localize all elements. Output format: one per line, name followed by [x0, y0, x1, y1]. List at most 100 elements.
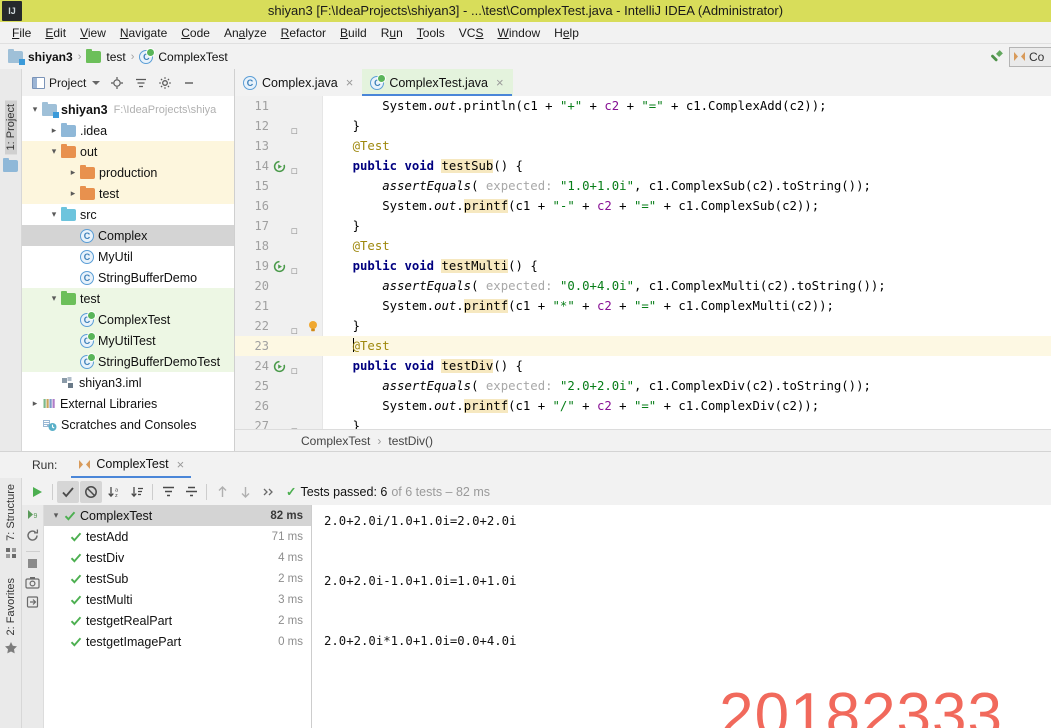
- locate-icon[interactable]: [106, 72, 128, 94]
- run-tab-complextest[interactable]: ComplexTest ×: [71, 452, 192, 478]
- chevron-down-icon[interactable]: ▾: [48, 510, 64, 521]
- menu-vcs[interactable]: VCS: [452, 24, 491, 42]
- next-failed-test-icon[interactable]: [234, 481, 256, 503]
- breadcrumb-class[interactable]: ComplexTest: [301, 434, 370, 448]
- tree-node-shiyan3-iml[interactable]: shiyan3.iml: [22, 372, 234, 393]
- code-line-25[interactable]: 25 assertEquals( expected: "2.0+2.0i", c…: [235, 376, 1051, 396]
- test-row-testgetrealpart[interactable]: testgetRealPart 2 ms: [22, 610, 311, 631]
- tree-node-myutiltest[interactable]: C MyUtilTest: [22, 330, 234, 351]
- chevron-right-icon[interactable]: ▸: [47, 125, 61, 136]
- code-line-23[interactable]: 23 @Test: [235, 336, 1051, 356]
- project-tree[interactable]: ▾ shiyan3 F:\IdeaProjects\shiya ▸ .idea ▾ out ▸…: [22, 96, 235, 451]
- menu-view[interactable]: View: [73, 24, 113, 42]
- code-line-24[interactable]: 24 ◻ public void testDiv() {: [235, 356, 1051, 377]
- settings-gear-icon[interactable]: [154, 72, 176, 94]
- code-line-22[interactable]: 22 ◻ }: [235, 316, 1051, 337]
- menu-navigate[interactable]: Navigate: [113, 24, 174, 42]
- sidebar-item-structure[interactable]: 7: Structure: [5, 480, 17, 545]
- code-line-12[interactable]: 12 ◻ }: [235, 116, 1051, 137]
- tab-complex-java[interactable]: C Complex.java ×: [235, 69, 362, 96]
- test-row-testsub[interactable]: testSub 2 ms: [22, 568, 311, 589]
- close-icon[interactable]: ×: [496, 75, 504, 90]
- menu-help[interactable]: Help: [547, 24, 586, 42]
- menu-code[interactable]: Code: [174, 24, 217, 42]
- expand-all-icon[interactable]: [157, 481, 179, 503]
- collapse-all-icon[interactable]: [130, 72, 152, 94]
- tree-node-src[interactable]: ▾ src: [22, 204, 234, 225]
- tree-node-complextest[interactable]: C ComplexTest: [22, 309, 234, 330]
- test-row-testmulti[interactable]: testMulti 3 ms: [22, 589, 311, 610]
- breadcrumb-item-class[interactable]: C ComplexTest: [139, 47, 228, 64]
- test-row-testgetimagepart[interactable]: testgetImagePart 0 ms: [22, 631, 311, 652]
- sort-alphabetically-icon[interactable]: a z: [103, 481, 125, 503]
- tree-node-stringbufferdemo[interactable]: C StringBufferDemo: [22, 267, 234, 288]
- code-line-15[interactable]: 15 assertEquals( expected: "1.0+1.0i", c…: [235, 176, 1051, 196]
- code-line-26[interactable]: 26 System.out.printf(c1 + "/" + c2 + "="…: [235, 396, 1051, 416]
- prev-failed-test-icon[interactable]: [211, 481, 233, 503]
- code-line-19[interactable]: 19 ◻ public void testMulti() {: [235, 256, 1051, 277]
- tree-node-out[interactable]: ▾ out: [22, 141, 234, 162]
- breadcrumb-item-project[interactable]: shiyan3: [8, 48, 73, 65]
- code-line-21[interactable]: 21 System.out.printf(c1 + "*" + c2 + "="…: [235, 296, 1051, 316]
- tree-node--idea[interactable]: ▸ .idea: [22, 120, 234, 141]
- breadcrumb-method[interactable]: testDiv(): [388, 434, 433, 448]
- breadcrumb-item-test[interactable]: test: [86, 48, 126, 64]
- menu-refactor[interactable]: Refactor: [274, 24, 333, 42]
- editor-code-area[interactable]: 11 System.out.println(c1 + "+" + c2 + "=…: [235, 96, 1051, 437]
- code-line-18[interactable]: 18 @Test: [235, 236, 1051, 256]
- code-editor[interactable]: 11 System.out.println(c1 + "+" + c2 + "=…: [235, 96, 1051, 451]
- show-passed-icon[interactable]: [57, 480, 79, 503]
- rerun-icon[interactable]: [26, 481, 48, 503]
- more-options-icon[interactable]: [257, 481, 279, 503]
- console-output[interactable]: 2.0+2.0i/1.0+1.0i=2.0+2.0i 2.0+2.0i-1.0+1…: [312, 505, 1051, 728]
- tab-complextest-java[interactable]: C ComplexTest.java ×: [362, 69, 513, 96]
- test-row-complextest[interactable]: ▾ ComplexTest 82 ms: [22, 505, 311, 526]
- sidebar-item-favorites[interactable]: 2: Favorites: [5, 574, 17, 639]
- menu-window[interactable]: Window: [490, 24, 547, 42]
- menu-analyze[interactable]: Analyze: [217, 24, 274, 42]
- tree-node-external-libraries[interactable]: ▸ External Libraries: [22, 393, 234, 414]
- tree-node-test[interactable]: ▸ test: [22, 183, 234, 204]
- sort-by-duration-icon[interactable]: [126, 481, 148, 503]
- stop-icon[interactable]: [26, 557, 39, 573]
- code-line-17[interactable]: 17 ◻ }: [235, 216, 1051, 237]
- chevron-down-icon[interactable]: ▾: [47, 209, 61, 220]
- tree-node-shiyan3[interactable]: ▾ shiyan3 F:\IdeaProjects\shiya: [22, 99, 234, 120]
- menu-build[interactable]: Build: [333, 24, 374, 42]
- tree-node-myutil[interactable]: C MyUtil: [22, 246, 234, 267]
- rerun-failed-icon[interactable]: 9: [25, 507, 40, 525]
- code-line-14[interactable]: 14 ◻ public void testSub() {: [235, 156, 1051, 177]
- code-line-13[interactable]: 13 @Test: [235, 136, 1051, 156]
- tree-node-scratches-and-consoles[interactable]: Scratches and Consoles: [22, 414, 234, 435]
- menu-run[interactable]: Run: [374, 24, 410, 42]
- menu-tools[interactable]: Tools: [410, 24, 452, 42]
- chevron-down-icon[interactable]: ▾: [28, 104, 42, 115]
- tree-node-production[interactable]: ▸ production: [22, 162, 234, 183]
- chevron-right-icon[interactable]: ▸: [66, 167, 80, 178]
- screenshot-icon[interactable]: [25, 576, 40, 592]
- test-results-tree[interactable]: ▾ ComplexTest 82 ms testAdd 71 ms testDiv 4 ms…: [22, 505, 312, 728]
- export-icon[interactable]: [26, 595, 40, 612]
- refresh-icon[interactable]: [25, 528, 40, 546]
- code-line-20[interactable]: 20 assertEquals( expected: "0.0+4.0i", c…: [235, 276, 1051, 296]
- test-row-testdiv[interactable]: testDiv 4 ms: [22, 547, 311, 568]
- code-line-11[interactable]: 11 System.out.println(c1 + "+" + c2 + "=…: [235, 96, 1051, 116]
- sidebar-item-project[interactable]: 1: Project: [4, 100, 17, 155]
- menu-edit[interactable]: Edit: [38, 24, 73, 42]
- hide-ignored-icon[interactable]: [80, 480, 102, 503]
- close-icon[interactable]: ×: [346, 75, 354, 90]
- tree-node-test[interactable]: ▾ test: [22, 288, 234, 309]
- chevron-down-icon[interactable]: ▾: [47, 146, 61, 157]
- close-icon[interactable]: ×: [177, 457, 185, 472]
- hide-panel-icon[interactable]: [178, 72, 200, 94]
- build-hammer-icon[interactable]: [983, 46, 1009, 68]
- chevron-right-icon[interactable]: ▸: [66, 188, 80, 199]
- chevron-right-icon[interactable]: ▸: [28, 398, 42, 409]
- collapse-all-icon[interactable]: [180, 481, 202, 503]
- chevron-down-icon[interactable]: ▾: [47, 293, 61, 304]
- test-row-testadd[interactable]: testAdd 71 ms: [22, 526, 311, 547]
- project-view-selector[interactable]: Project: [28, 74, 104, 92]
- tree-node-stringbufferdemotest[interactable]: C StringBufferDemoTest: [22, 351, 234, 372]
- menu-file[interactable]: FFileile: [5, 24, 38, 42]
- tree-node-complex[interactable]: C Complex: [22, 225, 234, 246]
